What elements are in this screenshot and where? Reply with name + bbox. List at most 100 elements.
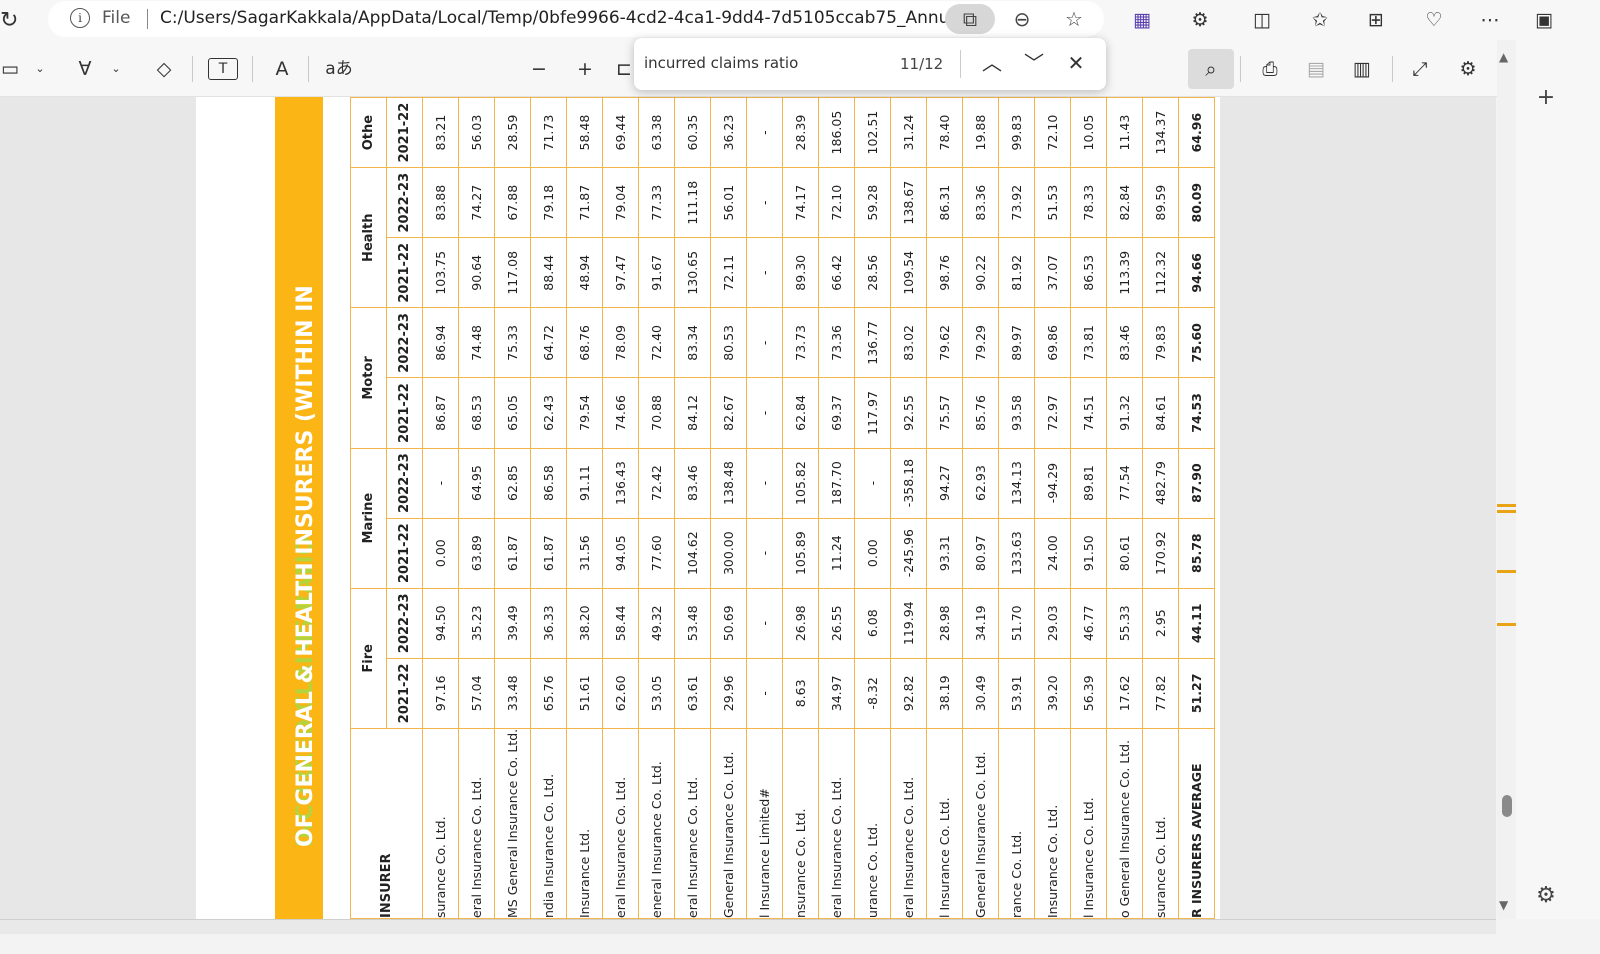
collections-icon[interactable]: ⊞	[1362, 6, 1390, 34]
insurer-name: eneral Insurance Co. Ltd.	[638, 728, 675, 919]
extensions-icon[interactable]: ⚙	[1186, 6, 1214, 34]
chevron-down-icon[interactable]: ⌄	[32, 56, 48, 82]
close-icon[interactable]: ✕	[1062, 49, 1090, 77]
ratio-cell: 28.39	[782, 97, 819, 168]
divider	[252, 56, 253, 82]
read-aloud-icon[interactable]: A	[268, 56, 296, 82]
next-result-icon[interactable]: ﹀	[1020, 49, 1048, 77]
ratio-cell: 78.09	[602, 307, 639, 378]
ratio-cell: -	[746, 518, 783, 589]
print-icon[interactable]: ⎙	[1256, 56, 1284, 82]
eraser-icon[interactable]: ◇	[150, 56, 178, 82]
ratio-cell: 56.03	[458, 97, 495, 168]
save-icon[interactable]: ▤	[1302, 56, 1330, 82]
ratio-cell: 38.19	[926, 658, 963, 729]
find-in-page-icon[interactable]: ⧉	[945, 4, 995, 34]
insurer-name: eral Insurance Co. Ltd.	[458, 728, 495, 919]
ratio-cell: 63.38	[638, 97, 675, 168]
ratio-cell: 68.53	[458, 377, 495, 449]
ratio-cell: 82.84	[1106, 167, 1143, 238]
insurer-name: eral Insurance Co. Ltd.	[674, 728, 711, 919]
horizontal-scrollbar[interactable]	[0, 919, 1600, 954]
url-bar[interactable]: i File C:/Users/SagarKakkala/AppData/Loc…	[48, 1, 1104, 37]
insurer-name: Insurance Co. Ltd.	[1034, 728, 1071, 919]
ratio-cell: 35.23	[458, 588, 495, 659]
average-cell: 51.27	[1178, 658, 1215, 729]
address-bar-row: ↻ i File C:/Users/SagarKakkala/AppData/L…	[0, 0, 1600, 40]
zoom-out-icon[interactable]: ⊖	[1006, 4, 1038, 34]
gear-icon[interactable]: ⚙	[1532, 882, 1560, 910]
ratio-cell: 80.53	[710, 307, 747, 378]
add-text-icon[interactable]: T	[208, 58, 238, 80]
vertical-scrollbar[interactable]: ▲ ▼	[1497, 40, 1516, 920]
scroll-thumb[interactable]	[1502, 795, 1512, 817]
pdf-viewer: INCURRED CLAIMS RATIO OF GENERAL & HEALT…	[0, 97, 1496, 919]
table-row: rance Co. Ltd. 53.91 51.70 133.63 134.13 93.5…	[998, 97, 1035, 919]
zoom-out-button[interactable]: −	[526, 56, 552, 82]
settings-icon[interactable]: ⚙	[1454, 56, 1482, 82]
chevron-down-icon[interactable]: ⌄	[108, 56, 124, 82]
favorite-star-icon[interactable]: ☆	[1058, 4, 1090, 34]
ratio-cell: 26.98	[782, 588, 819, 659]
table-row: eral Insurance Co. Ltd. 62.60 58.44 94.05 13…	[602, 97, 639, 919]
ratio-cell: 61.87	[530, 518, 567, 589]
ratio-cell: 31.24	[890, 97, 927, 168]
split-screen-icon[interactable]: ◫	[1248, 6, 1276, 34]
ratio-cell: 73.36	[818, 307, 855, 378]
table-row: MS General Insurance Co. Ltd. 33.48 39.49 6…	[494, 97, 531, 919]
fullscreen-icon[interactable]: ⤢	[1406, 56, 1434, 82]
ratio-cell: 58.44	[602, 588, 639, 659]
scroll-down-icon[interactable]: ▼	[1499, 898, 1508, 912]
table-row: eral Insurance Co. Ltd. 63.61 53.48 104.62 8…	[674, 97, 711, 919]
ratio-cell: 72.42	[638, 448, 675, 519]
ratio-cell: 81.92	[998, 237, 1035, 308]
year-header: 2021-22	[386, 658, 423, 729]
ratio-cell: 11.24	[818, 518, 855, 589]
ratio-cell: 69.44	[602, 97, 639, 168]
ratio-cell: 109.54	[890, 237, 927, 308]
ratio-cell: 11.43	[1106, 97, 1143, 168]
insurer-name: urance Co. Ltd.	[854, 728, 891, 919]
ratio-cell: -	[746, 658, 783, 729]
table-row: ndia Insurance Co. Ltd. 65.76 36.33 61.87 86…	[530, 97, 567, 919]
scroll-up-icon[interactable]: ▲	[1499, 50, 1508, 64]
find-input[interactable]: incurred claims ratio	[644, 54, 798, 72]
ratio-cell: 104.62	[674, 518, 711, 589]
ratio-cell: 67.88	[494, 167, 531, 238]
translate-icon[interactable]: aあ	[322, 56, 356, 82]
average-cell: 80.09	[1178, 167, 1215, 238]
sidebar-toggle-icon[interactable]: ▣	[1530, 6, 1558, 34]
ratio-cell: 26.55	[818, 588, 855, 659]
file-label: File	[102, 8, 131, 28]
table-row: Insurance Ltd. 51.61 38.20 31.56 91.11 79.54 6…	[566, 97, 603, 919]
ratio-cell: 80.61	[1106, 518, 1143, 589]
url-text[interactable]: C:/Users/SagarKakkala/AppData/Local/Temp…	[160, 8, 990, 28]
search-button[interactable]: ⌕	[1188, 49, 1234, 89]
ratio-cell: 170.92	[1142, 518, 1179, 589]
favorites-icon[interactable]: ✩	[1306, 6, 1334, 34]
apps-icon[interactable]: ▦	[1128, 6, 1156, 34]
ratio-cell: 72.11	[710, 237, 747, 308]
save-as-icon[interactable]: ▥	[1348, 56, 1376, 82]
zoom-in-button[interactable]: +	[572, 56, 598, 82]
info-icon[interactable]: i	[70, 8, 90, 28]
browser-essentials-icon[interactable]: ♡	[1420, 6, 1448, 34]
ratio-cell: 77.54	[1106, 448, 1143, 519]
insurer-name: Insurance Ltd.	[566, 728, 603, 919]
add-icon[interactable]: +	[1532, 84, 1560, 112]
year-header: 2021-22	[386, 377, 423, 449]
ratio-cell: 71.87	[566, 167, 603, 238]
previous-result-icon[interactable]: ︿	[978, 49, 1006, 77]
fit-page-icon[interactable]: ⊏	[614, 56, 634, 82]
ratio-cell: 74.66	[602, 377, 639, 449]
year-header: 2021-22	[386, 518, 423, 589]
ratio-cell: 79.54	[566, 377, 603, 449]
reload-icon[interactable]: ↻	[0, 8, 20, 33]
more-options-icon[interactable]: ⋯	[1476, 6, 1504, 34]
ratio-cell: 34.19	[962, 588, 999, 659]
highlight-icon[interactable]: ▭	[0, 56, 20, 82]
draw-icon[interactable]: ∀	[72, 56, 98, 82]
year-header: 2021-22	[386, 97, 423, 168]
ratio-cell: -	[746, 97, 783, 168]
ratio-cell: 58.48	[566, 97, 603, 168]
